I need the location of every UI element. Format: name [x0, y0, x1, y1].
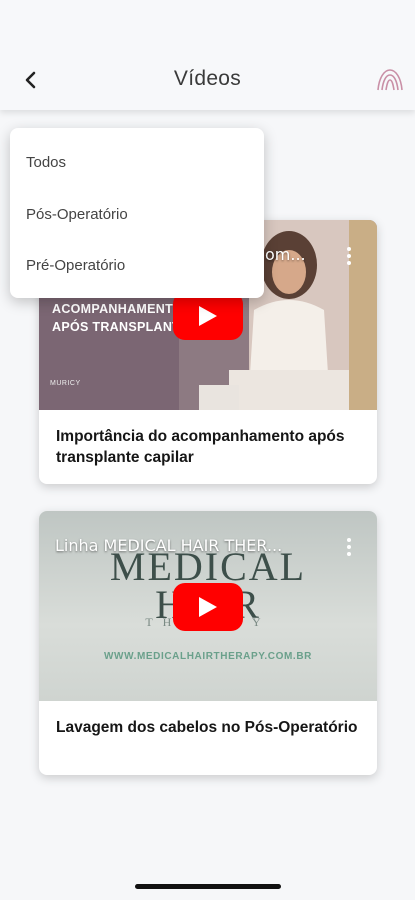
menu-item-pre-operatorio[interactable]: Pré-Operatório: [26, 257, 125, 274]
video-player[interactable]: MEDICAL HAIR THERAPY WWW.MEDICALHAIRTHER…: [39, 511, 377, 701]
video-player-title: om...: [265, 245, 306, 264]
page-title: Vídeos: [173, 67, 242, 90]
clinic-logo-icon: [375, 64, 405, 94]
home-indicator[interactable]: [135, 884, 281, 889]
video-card[interactable]: MEDICAL HAIR THERAPY WWW.MEDICALHAIRTHER…: [39, 511, 377, 775]
thumbnail-brand: MURICY: [50, 380, 81, 387]
video-player-title: Linha MEDICAL HAIR THER...: [55, 536, 283, 555]
video-more-icon[interactable]: [343, 244, 355, 268]
youtube-play-button[interactable]: [173, 292, 243, 340]
play-icon: [199, 597, 217, 617]
thumbnail-caption-line: ACOMPANHAMENTO: [52, 302, 183, 316]
thumbnail-caption-line: APÓS TRANSPLANTE: [52, 320, 189, 334]
youtube-play-button[interactable]: [173, 583, 243, 631]
category-filter-menu: Todos Pós-Operatório Pré-Operatório: [10, 128, 264, 298]
menu-item-pos-operatorio[interactable]: Pós-Operatório: [26, 206, 128, 223]
video-more-icon[interactable]: [343, 535, 355, 559]
thumbnail-url: WWW.MEDICALHAIRTHERAPY.COM.BR: [104, 651, 312, 662]
play-icon: [199, 306, 217, 326]
app-header: Vídeos: [0, 0, 415, 110]
thumbnail-caption: ACOMPANHAMENTO APÓS TRANSPLANTE: [52, 300, 189, 336]
menu-item-todos[interactable]: Todos: [26, 154, 66, 171]
video-title: Lavagem dos cabelos no Pós-Operatório: [56, 719, 358, 736]
video-title: Importância do acompanhamento após trans…: [56, 428, 345, 466]
